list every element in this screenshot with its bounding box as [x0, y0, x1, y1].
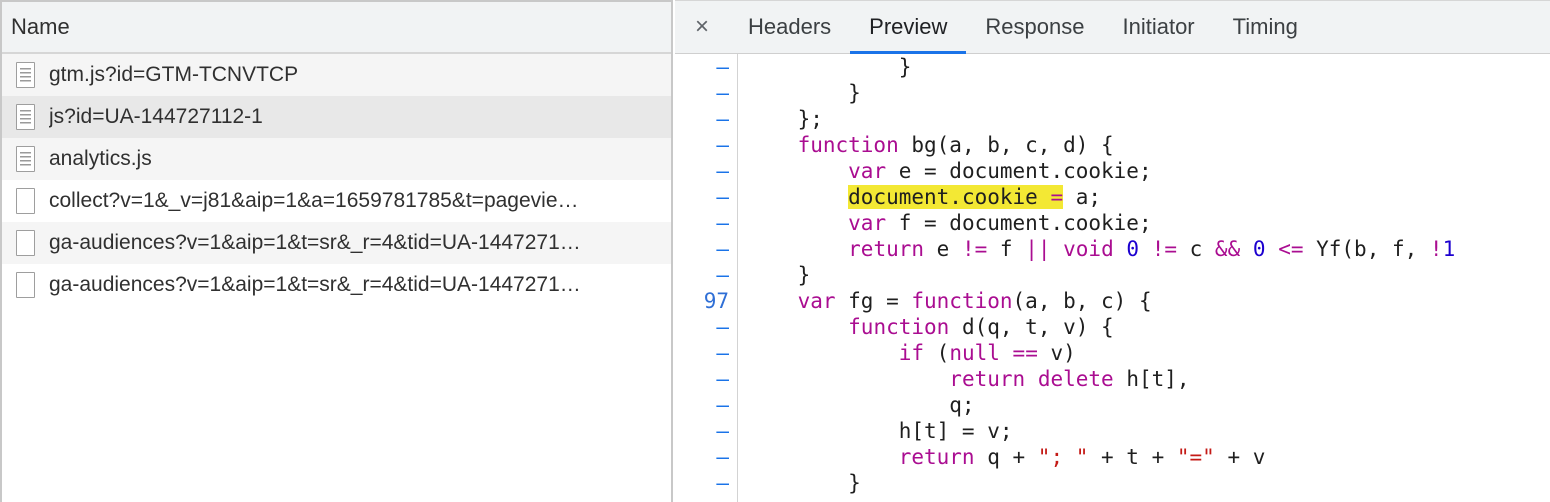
code-line: }	[747, 81, 861, 105]
gutter-line-marker: –	[716, 419, 729, 443]
gutter-line-marker: –	[716, 341, 729, 365]
request-row[interactable]: gtm.js?id=GTM-TCNVTCP	[2, 54, 671, 96]
code-line: if (null == v)	[898, 341, 1076, 365]
request-row[interactable]: collect?v=1&_v=j81&aip=1&a=1659781785&t=…	[2, 180, 671, 222]
script-file-icon	[16, 62, 35, 88]
code-line: function bg(a, b, c, d) {	[797, 133, 1114, 157]
request-name: collect?v=1&_v=j81&aip=1&a=1659781785&t=…	[49, 189, 579, 212]
script-file-icon	[16, 146, 35, 172]
code-line: document.cookie = a;	[848, 185, 1102, 209]
request-row[interactable]: ga-audiences?v=1&aip=1&t=sr&_r=4&tid=UA-…	[2, 222, 671, 264]
gutter-line-marker: –	[716, 471, 729, 495]
request-name: ga-audiences?v=1&aip=1&t=sr&_r=4&tid=UA-…	[49, 273, 581, 296]
blank-file-icon	[16, 230, 35, 256]
request-row[interactable]: analytics.js	[2, 138, 671, 180]
code-line: h[t] = v;	[747, 419, 1013, 443]
tab-initiator[interactable]: Initiator	[1103, 1, 1213, 53]
request-name: gtm.js?id=GTM-TCNVTCP	[49, 63, 299, 86]
code-line: }	[747, 55, 912, 79]
script-file-icon	[16, 104, 35, 130]
request-row[interactable]: js?id=UA-144727112-1	[2, 96, 671, 138]
gutter-line-marker: –	[716, 263, 729, 287]
name-column-header-label: Name	[11, 14, 70, 39]
preview-panel: × Headers Preview Response Initiator Tim…	[675, 0, 1550, 502]
gutter-line-marker: –	[716, 107, 729, 131]
request-list-panel: Name gtm.js?id=GTM-TCNVTCP js?id=UA-1447…	[0, 0, 673, 502]
gutter-line-marker: –	[716, 393, 729, 417]
blank-file-icon	[16, 188, 35, 214]
gutter-line-marker: –	[716, 185, 729, 209]
code-preview[interactable]: – – – – – – – – –97– – – – – – – } } }; function bg(a,…	[675, 54, 1550, 502]
tab-headers[interactable]: Headers	[729, 1, 850, 53]
name-column-header[interactable]: Name	[2, 0, 671, 54]
code-line: function d(q, t, v) {	[848, 315, 1114, 339]
request-name: js?id=UA-144727112-1	[49, 105, 263, 128]
gutter-line-marker: –	[716, 55, 729, 79]
code-line: }	[747, 471, 861, 495]
request-name: ga-audiences?v=1&aip=1&t=sr&_r=4&tid=UA-…	[49, 231, 581, 254]
code-line: };	[747, 107, 823, 131]
tab-response[interactable]: Response	[966, 1, 1103, 53]
gutter-line-marker: –	[716, 367, 729, 391]
close-icon[interactable]: ×	[675, 1, 729, 53]
gutter-line-marker: –	[716, 211, 729, 235]
gutter-line-marker: –	[716, 315, 729, 339]
gutter-line-marker: –	[716, 159, 729, 183]
request-name: analytics.js	[49, 147, 152, 170]
line-number-gutter: – – – – – – – – –97– – – – – – –	[675, 54, 738, 502]
blank-file-icon	[16, 272, 35, 298]
code-line: q;	[747, 393, 975, 417]
code-line: }	[747, 263, 811, 287]
tab-timing[interactable]: Timing	[1214, 1, 1317, 53]
code-line: var f = document.cookie;	[848, 211, 1152, 235]
code-line: var fg = function(a, b, c) {	[797, 289, 1152, 313]
code-line: var e = document.cookie;	[848, 159, 1152, 183]
gutter-line-marker: 97	[703, 289, 729, 313]
gutter-line-marker: –	[716, 445, 729, 469]
code-line: return delete h[t],	[949, 367, 1190, 391]
gutter-line-marker: –	[716, 81, 729, 105]
tab-preview[interactable]: Preview	[850, 1, 967, 54]
search-highlight: document.cookie =	[848, 185, 1064, 209]
request-row[interactable]: ga-audiences?v=1&aip=1&t=sr&_r=4&tid=UA-…	[2, 264, 671, 306]
code-line: return q + "; " + t + "=" + v	[898, 445, 1266, 469]
code-line: return e != f || void 0 != c && 0 <= Yf(…	[848, 237, 1456, 261]
gutter-line-marker: –	[716, 133, 729, 157]
gutter-line-marker: –	[716, 237, 729, 261]
code-lines: } } }; function bg(a, b, c, d) { var e =…	[747, 54, 1550, 496]
detail-tab-bar: × Headers Preview Response Initiator Tim…	[675, 0, 1550, 54]
